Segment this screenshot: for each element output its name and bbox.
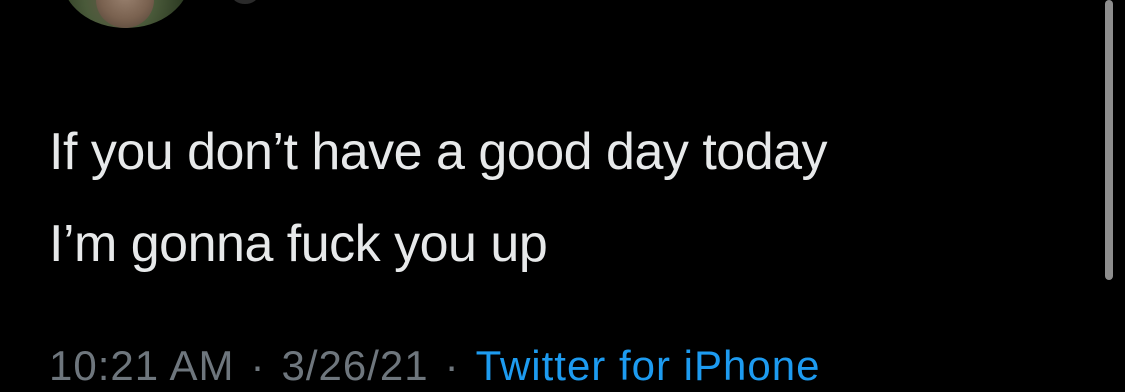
tweet-source-link[interactable]: Twitter for iPhone <box>476 342 821 389</box>
tweet-text: If you don’t have a good day today I’m g… <box>49 106 1089 290</box>
tweet-line-1: If you don’t have a good day today <box>49 123 828 181</box>
handle-fragment <box>232 0 258 4</box>
scrollbar[interactable] <box>1105 0 1113 280</box>
meta-separator-1: · <box>250 342 266 389</box>
tweet-meta: 10:21 AM · 3/26/21 · Twitter for iPhone <box>49 340 820 392</box>
tweet-time[interactable]: 10:21 AM <box>49 342 234 389</box>
avatar-face <box>96 0 154 28</box>
meta-separator-2: · <box>444 342 460 389</box>
avatar[interactable] <box>62 0 190 28</box>
tweet-date[interactable]: 3/26/21 <box>281 342 428 389</box>
tweet-line-2: I’m gonna fuck you up <box>49 215 548 273</box>
